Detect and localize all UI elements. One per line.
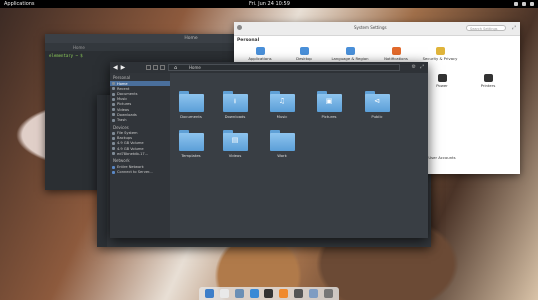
settings-item-label: Security & Privacy xyxy=(422,56,458,61)
terminal-title: Home xyxy=(184,36,198,41)
settings-item-desktop[interactable]: Desktop xyxy=(284,47,324,61)
settings-icon[interactable] xyxy=(323,289,333,298)
settings-item-label: Power xyxy=(436,83,448,88)
folder-downloads[interactable]: ⭳ Downloads xyxy=(215,91,255,119)
applications-menu[interactable]: Applications xyxy=(4,1,35,7)
settings-item-label: Notifications xyxy=(384,56,408,61)
language-icon xyxy=(345,47,355,55)
system-tray xyxy=(514,2,534,6)
settings-search-input[interactable]: Search Settings xyxy=(466,25,506,31)
sidebar-item-trash[interactable]: Trash xyxy=(110,117,170,122)
mail-icon[interactable] xyxy=(234,289,244,298)
sidebar-header-network: Network xyxy=(113,158,130,164)
window-controls: ⚙ ⤢ xyxy=(412,64,425,70)
top-panel: Applications Fri. Jun 24 10:59 xyxy=(0,0,538,8)
music-icon[interactable] xyxy=(279,289,289,298)
power-icon xyxy=(437,74,447,82)
settings-item-language[interactable]: Language & Region xyxy=(330,47,370,61)
folder-label: Public xyxy=(371,114,383,119)
folder-pictures-icon: ▣ xyxy=(316,91,342,112)
folder-music-icon: ♫ xyxy=(269,91,295,112)
file-manager-window: ◀ ▶ Home ⌂ ⚙ ⤢ Personal Home Recent Docu… xyxy=(110,62,428,238)
folder-templates-icon xyxy=(178,130,204,151)
list-view-icon[interactable] xyxy=(153,65,158,70)
settings-item-power[interactable]: Power xyxy=(422,74,462,88)
settings-item-label: Desktop xyxy=(296,56,312,61)
notifications-icon xyxy=(391,47,401,55)
folder-label: Music xyxy=(276,114,288,119)
settings-item-notifications[interactable]: Notifications xyxy=(376,47,416,61)
folder-templates[interactable]: Templates xyxy=(171,130,211,158)
power-icon[interactable] xyxy=(530,2,534,6)
location-bar[interactable]: Home xyxy=(168,64,400,71)
maximize-icon[interactable]: ⤢ xyxy=(420,64,424,70)
sidebar-header-devices: Devices xyxy=(113,124,129,130)
calendar-icon[interactable] xyxy=(219,289,229,298)
printer-icon xyxy=(483,74,493,82)
folder-pictures[interactable]: ▣ Pictures xyxy=(309,91,349,119)
folder-label: Downloads xyxy=(224,114,246,119)
file-manager-headerbar[interactable]: ◀ ▶ Home ⌂ ⚙ ⤢ xyxy=(110,62,428,73)
folder-documents-icon xyxy=(178,91,204,112)
folder-music[interactable]: ♫ Music xyxy=(262,91,302,119)
grid-view-icon[interactable] xyxy=(146,65,151,70)
file-manager-sidebar: Personal Home Recent Documents Music Pic… xyxy=(110,73,170,238)
folder-label: Work xyxy=(277,153,287,158)
settings-item-label: User Accounts xyxy=(428,155,456,160)
settings-item-applications[interactable]: Applications xyxy=(240,47,280,61)
folder-public[interactable]: ⊲ Public xyxy=(357,91,397,119)
terminal-tab[interactable]: Home xyxy=(73,45,85,50)
forward-icon[interactable]: ▶ xyxy=(121,64,126,71)
settings-item-printers[interactable]: Printers xyxy=(468,74,508,88)
desktop-icon xyxy=(299,47,309,55)
dock xyxy=(199,287,339,300)
sidebar-item-connect-server[interactable]: Connect to Server... xyxy=(110,170,170,175)
files-icon[interactable] xyxy=(204,289,214,298)
settings-icon[interactable]: ⚙ xyxy=(412,64,416,70)
folder-videos[interactable]: ▤ Videos xyxy=(215,130,255,158)
back-window-sidebar xyxy=(97,95,107,247)
applications-icon xyxy=(255,47,265,55)
settings-titlebar[interactable]: System Settings Search Settings ⤢ xyxy=(234,22,520,36)
photos-icon[interactable] xyxy=(309,289,319,298)
folder-public-icon: ⊲ xyxy=(364,91,390,112)
network-icon[interactable] xyxy=(514,2,518,6)
folder-documents[interactable]: Documents xyxy=(171,91,211,119)
file-view: Documents ⭳ Downloads ♫ Music ▣ Pictures… xyxy=(170,73,428,238)
settings-title: System Settings xyxy=(354,25,387,30)
sidebar-item-device[interactable]: ed78bnetdb-17... xyxy=(110,151,170,156)
settings-item-label: Applications xyxy=(248,56,272,61)
folder-label: Videos xyxy=(228,153,242,158)
back-icon[interactable]: ◀ xyxy=(113,64,118,71)
home-icon: ⌂ xyxy=(174,65,178,71)
column-view-icon[interactable] xyxy=(160,65,165,70)
security-icon xyxy=(435,47,445,55)
settings-item-label: Printers xyxy=(480,83,496,88)
folder-work[interactable]: Work xyxy=(262,130,302,158)
folder-label: Templates xyxy=(181,153,201,158)
settings-item-user-accounts[interactable]: User Accounts xyxy=(422,155,462,160)
web-browser-icon[interactable] xyxy=(249,289,259,298)
folder-downloads-icon: ⭳ xyxy=(222,91,248,112)
folder-videos-icon: ▤ xyxy=(222,130,248,151)
clock[interactable]: Fri. Jun 24 10:59 xyxy=(249,1,290,7)
volume-icon[interactable] xyxy=(522,2,526,6)
navigation-buttons: ◀ ▶ xyxy=(113,64,125,71)
video-icon[interactable] xyxy=(294,289,304,298)
folder-label: Pictures xyxy=(321,114,337,119)
folder-icon xyxy=(269,130,295,151)
view-switcher xyxy=(146,65,165,70)
terminal-icon[interactable] xyxy=(264,289,274,298)
sidebar-header-personal: Personal xyxy=(113,75,131,80)
close-icon[interactable] xyxy=(237,25,242,30)
settings-item-label: Language & Region xyxy=(331,56,369,61)
section-personal: Personal xyxy=(237,38,260,43)
maximize-icon[interactable]: ⤢ xyxy=(512,25,516,31)
folder-label: Documents xyxy=(180,114,202,119)
settings-item-security[interactable]: Security & Privacy xyxy=(420,47,460,61)
